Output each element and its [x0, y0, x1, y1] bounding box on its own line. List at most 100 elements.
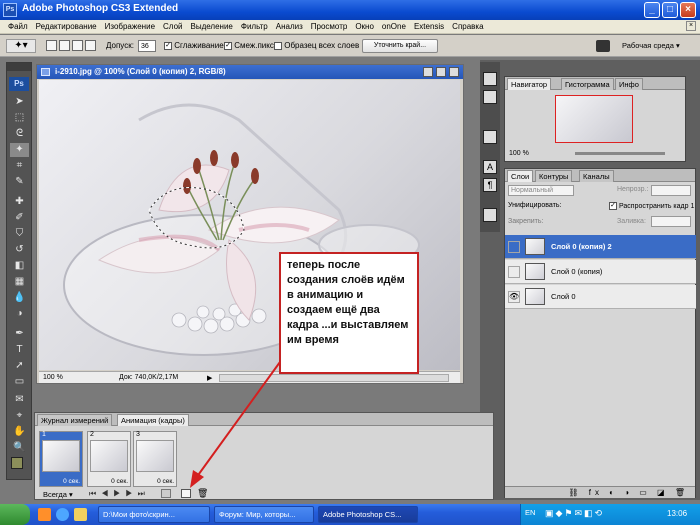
history-panel-icon[interactable]	[483, 72, 497, 86]
eye-icon[interactable]: 👁	[508, 291, 520, 303]
menu-filter[interactable]: Фильтр	[237, 21, 272, 33]
tray-icons[interactable]: ▣◆⚑✉◧⟲	[545, 508, 655, 520]
taskbar-item[interactable]: D:\Мои фото\скрин...	[98, 506, 210, 523]
tween-button[interactable]	[161, 489, 171, 498]
antialias-checkbox[interactable]: ✓ Сглаживание	[164, 41, 224, 50]
animation-frame[interactable]: 3 0 сек.	[133, 431, 177, 487]
stamp-tool-icon[interactable]: ⛉	[10, 227, 29, 241]
brush-tool-icon[interactable]: ✐	[10, 211, 29, 225]
menu-help[interactable]: Справка	[448, 21, 487, 33]
close-button[interactable]: ×	[680, 2, 696, 18]
contiguous-checkbox[interactable]: ✓ Смеж.пикс	[224, 41, 274, 50]
menu-onone[interactable]: onOne	[378, 21, 410, 33]
notes-tool-icon[interactable]: ✉	[10, 393, 29, 407]
frame-delay[interactable]: 0 сек.	[157, 478, 174, 485]
doc-close-button[interactable]	[449, 67, 459, 77]
menu-view[interactable]: Просмотр	[307, 21, 352, 33]
close-doc-icon[interactable]: ×	[686, 21, 696, 31]
maximize-button[interactable]: □	[662, 2, 678, 18]
propagate-frame-checkbox[interactable]: ✓ Распространить кадр 1	[609, 202, 694, 210]
shape-tool-icon[interactable]: ▭	[10, 375, 29, 389]
minimize-button[interactable]: _	[644, 2, 660, 18]
horizontal-scrollbar[interactable]	[219, 374, 449, 382]
navigator-zoom[interactable]: 100 %	[509, 150, 529, 157]
frame-delay[interactable]: 0 сек.	[63, 478, 80, 485]
type-tool-icon[interactable]: T	[10, 343, 29, 357]
menu-edit[interactable]: Редактирование	[32, 21, 101, 33]
menu-layer[interactable]: Слой	[159, 21, 186, 33]
layers-footer-buttons[interactable]: ⛓ fx ◐ ◑ ▭ ◪ 🗑	[505, 486, 695, 498]
dodge-tool-icon[interactable]: ◑	[10, 307, 29, 321]
eraser-tool-icon[interactable]: ◧	[10, 259, 29, 273]
layer-row[interactable]: Слой 0 (копия)	[505, 260, 696, 284]
navigator-preview[interactable]	[555, 95, 633, 143]
tab-animation-frames[interactable]: Анимация (кадры)	[117, 414, 189, 426]
tab-layers[interactable]: Слои	[507, 170, 534, 182]
animation-frame[interactable]: 2 0 сек.	[87, 431, 131, 487]
visibility-toggle[interactable]	[508, 266, 520, 278]
tab-channels[interactable]: Каналы	[579, 170, 614, 182]
pen-tool-icon[interactable]: ✒	[10, 327, 29, 341]
refine-edge-button[interactable]: Уточнить край...	[362, 39, 438, 53]
playback-controls[interactable]: ⏮◀▶▶⏭	[89, 489, 150, 499]
marquee-tool-icon[interactable]: ⬚	[10, 111, 29, 125]
subtract-selection-icon[interactable]	[72, 40, 83, 51]
tab-navigator[interactable]: Навигатор	[507, 78, 552, 90]
healing-tool-icon[interactable]: ✚	[10, 195, 29, 209]
trash-icon[interactable]: 🗑	[197, 488, 208, 499]
tab-paths[interactable]: Контуры	[535, 170, 573, 182]
menu-file[interactable]: Файл	[4, 21, 32, 33]
move-tool-icon[interactable]: ➤	[10, 95, 29, 109]
menu-select[interactable]: Выделение	[186, 21, 236, 33]
blend-mode-select[interactable]: Нормальный	[508, 185, 574, 196]
menu-image[interactable]: Изображение	[101, 21, 159, 33]
history-brush-icon[interactable]: ↺	[10, 243, 29, 257]
visibility-toggle[interactable]	[508, 241, 520, 253]
workspace-selector[interactable]: Рабочая среда ▾	[622, 41, 680, 50]
loop-select[interactable]: Всегда ▾	[43, 490, 73, 499]
intersect-selection-icon[interactable]	[85, 40, 96, 51]
doc-minimize-button[interactable]	[423, 67, 433, 77]
layer-row[interactable]: 👁 Слой 0	[505, 285, 696, 309]
tab-measurement-log[interactable]: Журнал измерений	[37, 414, 113, 426]
actions-panel-icon[interactable]	[483, 90, 497, 104]
magic-wand-preset-icon[interactable]: ✦▾	[6, 39, 36, 53]
taskbar-item[interactable]: Adobe Photoshop CS...	[318, 506, 418, 523]
blur-tool-icon[interactable]: 💧	[10, 291, 29, 305]
foreground-color-swatch[interactable]	[11, 457, 23, 469]
layer-comps-icon[interactable]	[483, 208, 497, 222]
tool-presets-icon[interactable]	[483, 130, 497, 144]
zoom-level[interactable]: 100 %	[43, 372, 63, 383]
duplicate-frame-button[interactable]	[181, 489, 191, 498]
status-menu-arrow-icon[interactable]: ▶	[207, 373, 212, 384]
menu-window[interactable]: Окно	[351, 21, 378, 33]
ie-icon[interactable]	[56, 508, 69, 521]
tolerance-input[interactable]	[138, 40, 156, 52]
lasso-tool-icon[interactable]: ᘓ	[10, 127, 29, 141]
frame-delay[interactable]: 0 сек.	[111, 478, 128, 485]
fill-input[interactable]	[651, 216, 691, 227]
paragraph-panel-icon[interactable]: ¶	[483, 178, 497, 192]
sample-all-checkbox[interactable]: Образец всех слоев	[274, 41, 359, 50]
start-button[interactable]	[0, 504, 30, 525]
quicklaunch-icon[interactable]	[38, 508, 51, 521]
layer-row[interactable]: Слой 0 (копия) 2	[505, 235, 696, 259]
bridge-icon[interactable]	[596, 40, 610, 52]
animation-frame[interactable]: 1 0 сек.	[39, 431, 83, 487]
character-panel-icon[interactable]: A	[483, 160, 497, 174]
magic-wand-tool-icon[interactable]: ✦	[10, 143, 29, 157]
tools-grip[interactable]	[7, 63, 31, 71]
path-select-icon[interactable]: ➚	[10, 359, 29, 373]
tab-histogram[interactable]: Гистограмма	[561, 78, 614, 90]
menu-analysis[interactable]: Анализ	[272, 21, 307, 33]
add-selection-icon[interactable]	[59, 40, 70, 51]
doc-maximize-button[interactable]	[436, 67, 446, 77]
opacity-input[interactable]	[651, 185, 691, 196]
new-selection-icon[interactable]	[46, 40, 57, 51]
taskbar-item[interactable]: Форум: Мир, которы...	[214, 506, 314, 523]
navigator-zoom-slider[interactable]	[575, 152, 665, 155]
hand-tool-icon[interactable]: ✋	[10, 425, 29, 439]
tab-info[interactable]: Инфо	[615, 78, 643, 90]
gradient-tool-icon[interactable]: ▦	[10, 275, 29, 289]
menu-extensis[interactable]: Extensis	[410, 21, 448, 33]
